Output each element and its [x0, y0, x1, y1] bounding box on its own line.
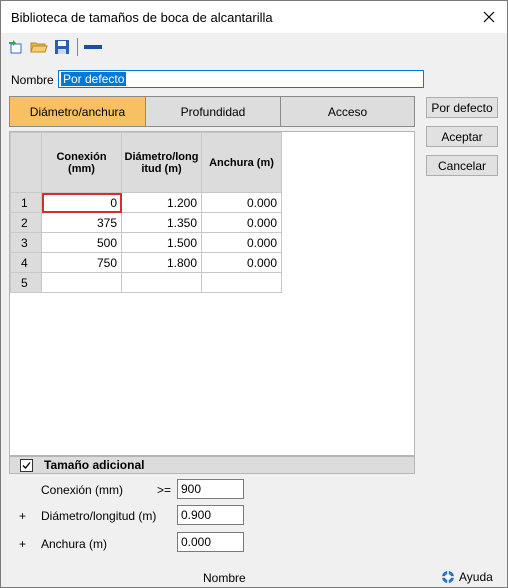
width-label: Anchura (m): [41, 537, 108, 551]
new-icon[interactable]: [7, 39, 25, 55]
diameter-plus: +: [19, 509, 27, 523]
table-row: 5: [10, 272, 282, 293]
help-icon: [442, 571, 454, 583]
column-header-diameter[interactable]: Diámetro/long itud (m): [121, 132, 202, 193]
table-row: 4 750 1.800 0.000: [10, 252, 282, 273]
column-header-width[interactable]: Anchura (m): [201, 132, 282, 193]
status-bar: Nombre Ayuda: [1, 566, 507, 587]
window-title: Biblioteca de tamaños de boca de alcanta…: [11, 10, 273, 25]
table-cell-connection[interactable]: 375: [41, 212, 122, 233]
save-icon[interactable]: [53, 39, 71, 55]
diameter-input[interactable]: 0.900: [177, 505, 244, 525]
checkmark-icon: [22, 462, 31, 469]
dash-icon[interactable]: [83, 39, 103, 55]
table-cell-diameter[interactable]: 1.350: [121, 212, 202, 233]
table-row: 1 0 1.200 0.000: [10, 192, 282, 213]
table-corner: [10, 132, 42, 193]
toolbar: [1, 33, 507, 61]
column-header-connection[interactable]: Conexión (mm): [41, 132, 122, 193]
table-cell-width[interactable]: 0.000: [201, 232, 282, 253]
width-plus: +: [19, 537, 27, 551]
sizes-grid-panel: Conexión (mm) Diámetro/long itud (m) Anc…: [9, 131, 415, 456]
open-folder-icon[interactable]: [30, 39, 48, 55]
dialog-window: Biblioteca de tamaños de boca de alcanta…: [0, 0, 508, 588]
table-header-row: Conexión (mm) Diámetro/long itud (m) Anc…: [10, 132, 282, 193]
table-row: 2 375 1.350 0.000: [10, 212, 282, 233]
cancel-button[interactable]: Cancelar: [426, 155, 498, 176]
table-cell-diameter[interactable]: 1.500: [121, 232, 202, 253]
additional-size-checkbox[interactable]: [20, 459, 33, 472]
title-bar: Biblioteca de tamaños de boca de alcanta…: [1, 1, 507, 33]
table-cell-width[interactable]: 0.000: [201, 192, 282, 213]
help-button[interactable]: Ayuda: [441, 570, 493, 584]
table-cell-diameter[interactable]: 1.200: [121, 192, 202, 213]
connection-input[interactable]: 900: [177, 479, 244, 499]
status-field-name: Nombre: [203, 571, 246, 585]
table-cell-diameter[interactable]: [121, 272, 202, 293]
connection-operator: >=: [157, 483, 172, 497]
tab-depth[interactable]: Profundidad: [146, 97, 281, 126]
table-cell-diameter[interactable]: 1.800: [121, 252, 202, 273]
row-number[interactable]: 4: [10, 252, 42, 273]
tab-access[interactable]: Acceso: [281, 97, 414, 126]
table-cell-connection[interactable]: 0: [41, 192, 122, 213]
name-input-value: Por defecto: [61, 72, 127, 86]
row-number[interactable]: 2: [10, 212, 42, 233]
row-number[interactable]: 1: [10, 192, 42, 213]
row-number[interactable]: 5: [10, 272, 42, 293]
table-cell-connection[interactable]: [41, 272, 122, 293]
additional-size-header: Tamaño adicional: [9, 456, 415, 474]
sizes-table: Conexión (mm) Diámetro/long itud (m) Anc…: [10, 132, 282, 293]
table-cell-connection[interactable]: 500: [41, 232, 122, 253]
name-input[interactable]: Por defecto: [58, 70, 424, 88]
tab-bar: Diámetro/anchura Profundidad Acceso: [9, 96, 415, 127]
table-cell-width[interactable]: 0.000: [201, 212, 282, 233]
table-cell-width[interactable]: [201, 272, 282, 293]
default-button[interactable]: Por defecto: [426, 97, 498, 118]
name-label: Nombre: [11, 73, 54, 87]
additional-size-label: Tamaño adicional: [44, 458, 145, 472]
table-row: 3 500 1.500 0.000: [10, 232, 282, 253]
row-number[interactable]: 3: [10, 232, 42, 253]
toolbar-separator: [77, 38, 78, 56]
table-cell-width[interactable]: 0.000: [201, 252, 282, 273]
help-label: Ayuda: [459, 570, 493, 584]
connection-label: Conexión (mm): [41, 483, 124, 497]
accept-button[interactable]: Aceptar: [426, 126, 498, 147]
tab-diameter-width[interactable]: Diámetro/anchura: [10, 97, 146, 126]
table-cell-connection[interactable]: 750: [41, 252, 122, 273]
diameter-label: Diámetro/longitud (m): [41, 509, 157, 523]
close-icon[interactable]: [477, 5, 501, 29]
width-input[interactable]: 0.000: [177, 532, 244, 552]
